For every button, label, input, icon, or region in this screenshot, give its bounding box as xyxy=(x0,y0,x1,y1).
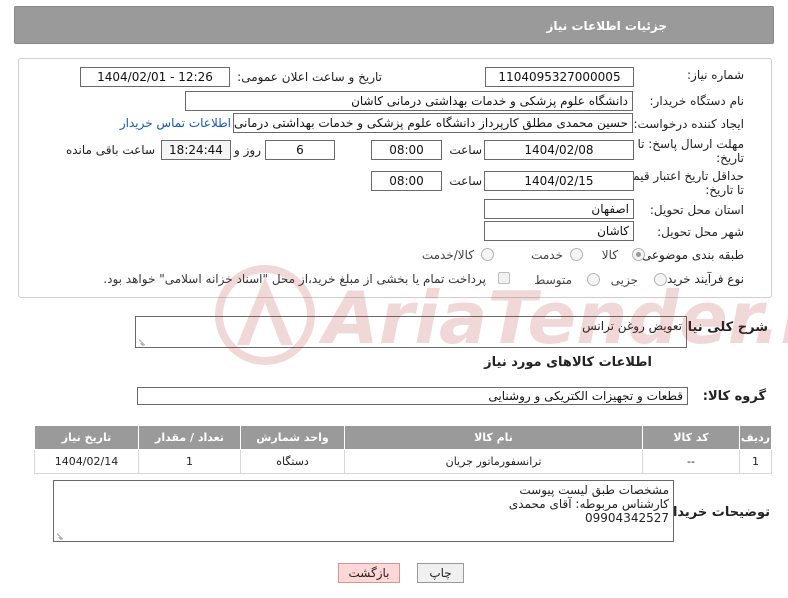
page-title: جزئیات اطلاعات نیاز xyxy=(546,19,667,33)
city-field[interactable]: کاشان xyxy=(484,221,634,241)
need-number-field[interactable]: 1104095327000005 xyxy=(485,67,634,87)
resize-grip-icon[interactable] xyxy=(138,338,146,346)
deadline-label-2: تاریخ: xyxy=(716,151,744,165)
col-unit: واحد شمارش xyxy=(240,425,345,450)
description-textarea[interactable]: تعویض روغن ترانس xyxy=(135,316,687,348)
buyer-org-label: نام دستگاه خریدار: xyxy=(649,94,745,108)
treasury-payment-checkbox[interactable] xyxy=(498,272,510,284)
buyer-notes-label: توضیحات خریدار: xyxy=(660,505,770,520)
table-row[interactable]: 1 -- ترانسفورماتور جریان دستگاه 1 1404/0… xyxy=(34,449,772,474)
category-radio-goods[interactable] xyxy=(632,248,645,261)
province-field[interactable]: اصفهان xyxy=(484,199,634,219)
buyer-notes-line-3: 09904342527 xyxy=(585,511,669,525)
days-field[interactable]: 6 xyxy=(265,140,335,160)
product-group-field[interactable]: قطعات و تجهیزات الکتریکی و روشنایی xyxy=(137,387,688,405)
process-option-minor: جزیی xyxy=(610,273,638,287)
remaining-time-field: 18:24:44 xyxy=(161,140,231,160)
cell-name: ترانسفورماتور جریان xyxy=(344,449,643,474)
days-label: روز و xyxy=(234,143,261,157)
cell-unit: دستگاه xyxy=(240,449,345,474)
items-table: ردیف کد کالا نام کالا واحد شمارش تعداد /… xyxy=(34,425,772,474)
category-radio-service[interactable] xyxy=(570,248,583,261)
cell-qty: 1 xyxy=(138,449,241,474)
deadline-time-label: ساعت xyxy=(449,143,482,157)
category-option-service: خدمت xyxy=(531,248,563,262)
col-qty: تعداد / مقدار xyxy=(138,425,241,450)
buyer-notes-line-2: کارشناس مربوطه: آقای محمدی xyxy=(508,497,669,511)
buyer-notes-line-1: مشخصات طبق لیست پیوست xyxy=(519,483,669,497)
cell-date: 1404/02/14 xyxy=(34,449,139,474)
category-option-goods: کالا xyxy=(601,248,618,262)
buyer-org-field[interactable]: دانشگاه علوم پزشکی و خدمات بهداشتی درمان… xyxy=(185,91,633,111)
creator-label: ایجاد کننده درخواست: xyxy=(633,117,744,131)
buyer-notes-textarea[interactable]: مشخصات طبق لیست پیوست کارشناس مربوطه: آق… xyxy=(53,480,674,542)
need-number-label: شماره نیاز: xyxy=(687,68,744,82)
col-row: ردیف xyxy=(739,425,772,450)
cell-row: 1 xyxy=(739,449,772,474)
price-valid-time-label: ساعت xyxy=(449,174,482,188)
deadline-time-field[interactable]: 08:00 xyxy=(371,140,442,160)
col-date: تاریخ نیاز xyxy=(34,425,139,450)
description-label: شرح کلی نیاز: xyxy=(674,320,768,335)
process-label: نوع فرآیند خرید : xyxy=(659,272,744,286)
col-name: نام کالا xyxy=(344,425,643,450)
category-radio-goods-service[interactable] xyxy=(481,248,494,261)
deadline-date-field[interactable]: 1404/02/08 xyxy=(484,140,634,160)
price-valid-label-1: حداقل تاریخ اعتبار قیمت: xyxy=(617,169,744,183)
province-label: استان محل تحویل: xyxy=(649,203,744,217)
city-label: شهر محل تحویل: xyxy=(657,225,744,239)
announce-field[interactable]: 1404/02/01 - 12:26 xyxy=(80,67,230,87)
announce-label: تاریخ و ساعت اعلان عمومی: xyxy=(237,70,382,84)
contact-info-link[interactable]: اطلاعات تماس خریدار xyxy=(120,116,231,130)
process-option-medium: متوسط xyxy=(534,273,572,287)
process-radio-medium[interactable] xyxy=(587,273,600,286)
description-text: تعویض روغن ترانس xyxy=(582,319,682,333)
category-option-goods-service: کالا/خدمت xyxy=(421,248,474,262)
back-button[interactable]: بازگشت xyxy=(338,563,400,583)
category-label: طبقه بندی موضوعی: xyxy=(637,248,744,262)
remaining-label: ساعت باقی مانده xyxy=(65,143,155,157)
creator-field[interactable]: حسین محمدی مطلق کارپرداز دانشگاه علوم پز… xyxy=(233,113,633,133)
page-header: جزئیات اطلاعات نیاز xyxy=(14,6,774,44)
cell-code: -- xyxy=(642,449,740,474)
price-valid-time-field[interactable]: 08:00 xyxy=(371,171,442,191)
payment-note: پرداخت تمام یا بخشی از مبلغ خرید،از محل … xyxy=(103,272,486,286)
resize-grip-icon[interactable] xyxy=(56,532,64,540)
items-table-header: ردیف کد کالا نام کالا واحد شمارش تعداد /… xyxy=(34,425,772,450)
items-section-title: اطلاعات کالاهای مورد نیاز xyxy=(484,355,652,370)
price-valid-date-field[interactable]: 1404/02/15 xyxy=(484,171,634,191)
deadline-label-1: مهلت ارسال پاسخ: تا xyxy=(637,137,744,151)
print-button[interactable]: چاپ xyxy=(417,563,464,583)
col-code: کد کالا xyxy=(642,425,740,450)
price-valid-label-2: تا تاریخ: xyxy=(705,183,744,197)
process-radio-minor[interactable] xyxy=(654,273,667,286)
product-group-label: گروه کالا: xyxy=(702,389,766,404)
